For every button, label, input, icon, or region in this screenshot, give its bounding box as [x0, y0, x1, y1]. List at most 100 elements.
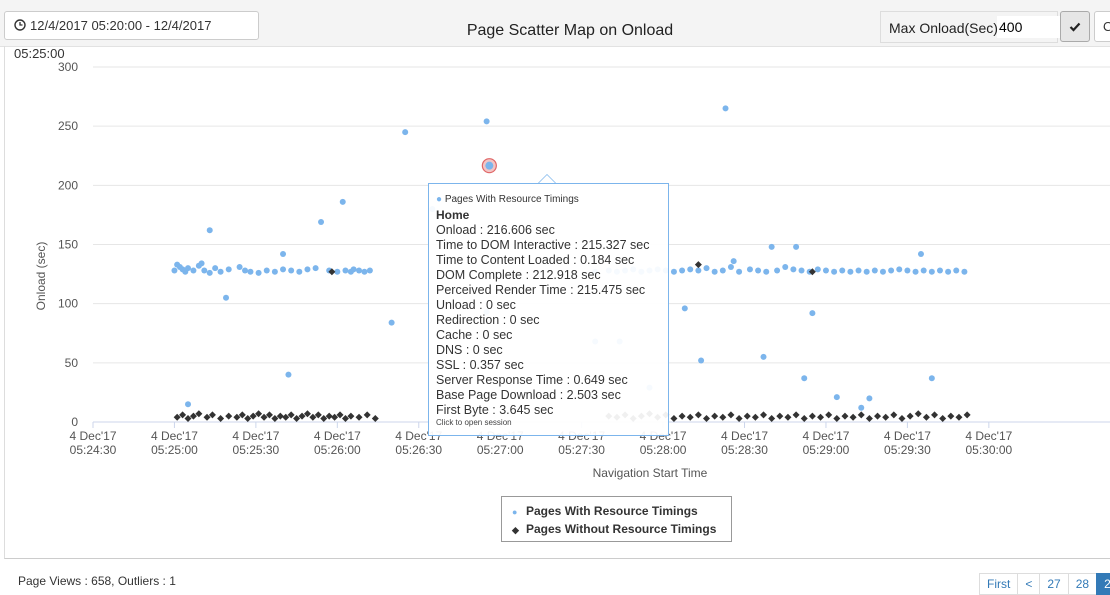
data-point-with-timings[interactable] [763, 268, 770, 275]
pager-item-first[interactable]: First [979, 573, 1019, 595]
data-point-with-timings[interactable] [198, 260, 205, 267]
pager-item-prev[interactable]: < [1017, 573, 1041, 595]
data-point-with-timings[interactable] [356, 267, 363, 274]
data-point-with-timings[interactable] [670, 268, 677, 275]
data-point-with-timings[interactable] [904, 267, 911, 274]
data-point-without-timings[interactable] [727, 411, 735, 419]
data-point-with-timings[interactable] [833, 394, 840, 401]
options-button[interactable]: O [1094, 11, 1110, 42]
data-point-with-timings[interactable] [212, 265, 219, 272]
data-point-with-timings[interactable] [928, 375, 935, 382]
data-point-with-timings[interactable] [730, 258, 737, 265]
data-point-without-timings[interactable] [931, 411, 939, 419]
data-point-with-timings[interactable] [483, 118, 490, 125]
data-point-with-timings[interactable] [801, 375, 808, 382]
data-point-without-timings[interactable] [719, 413, 727, 421]
data-point-with-timings[interactable] [698, 357, 705, 364]
data-point-with-timings[interactable] [206, 227, 213, 234]
data-point-with-timings[interactable] [760, 353, 767, 360]
data-point-without-timings[interactable] [694, 411, 702, 419]
data-point-with-timings[interactable] [271, 268, 278, 275]
data-point-without-timings[interactable] [686, 413, 694, 421]
data-point-with-timings[interactable] [855, 267, 862, 274]
data-point-without-timings[interactable] [363, 411, 371, 419]
data-point-with-timings[interactable] [866, 395, 873, 402]
data-point-with-timings[interactable] [814, 266, 821, 273]
data-point-with-timings[interactable] [863, 268, 870, 275]
data-point-with-timings[interactable] [217, 268, 224, 275]
data-point-without-timings[interactable] [833, 414, 841, 422]
data-point-with-timings[interactable] [722, 105, 729, 112]
data-point-with-timings[interactable] [236, 263, 243, 270]
data-point-with-timings[interactable] [774, 267, 781, 274]
data-point-without-timings[interactable] [825, 411, 833, 419]
data-point-with-timings[interactable] [366, 267, 373, 274]
data-point-with-timings[interactable] [719, 267, 726, 274]
data-point-with-timings[interactable] [304, 266, 311, 273]
data-point-with-timings[interactable] [847, 268, 854, 275]
data-point-with-timings[interactable] [223, 294, 230, 301]
data-point-with-timings[interactable] [402, 129, 409, 136]
legend-item-with-timings[interactable]: ● Pages With Resource Timings [512, 503, 698, 519]
data-point-without-timings[interactable] [914, 410, 922, 418]
data-point-with-timings[interactable] [185, 265, 192, 272]
apply-button[interactable] [1060, 11, 1090, 42]
data-point-with-timings[interactable] [871, 267, 878, 274]
data-point-without-timings[interactable] [355, 413, 363, 421]
data-point-with-timings[interactable] [263, 267, 270, 274]
data-point-with-timings[interactable] [288, 267, 295, 274]
data-point-with-timings[interactable] [280, 266, 287, 273]
data-point-with-timings[interactable] [206, 269, 213, 276]
data-point-without-timings[interactable] [890, 411, 898, 419]
data-point-with-timings[interactable] [350, 266, 357, 273]
data-point-without-timings[interactable] [898, 414, 906, 422]
data-point-without-timings[interactable] [371, 414, 379, 422]
data-point-with-timings[interactable] [190, 267, 197, 274]
data-point-with-timings[interactable] [912, 268, 919, 275]
highlighted-point[interactable] [485, 161, 494, 170]
data-point-with-timings[interactable] [201, 267, 208, 274]
data-point-without-timings[interactable] [922, 413, 930, 421]
data-point-with-timings[interactable] [782, 263, 789, 270]
data-point-without-timings[interactable] [776, 412, 784, 420]
data-point-without-timings[interactable] [841, 412, 849, 420]
data-point-without-timings[interactable] [849, 413, 857, 421]
data-point-with-timings[interactable] [242, 267, 249, 274]
data-point-with-timings[interactable] [798, 267, 805, 274]
legend-item-without-timings[interactable]: ◆ Pages Without Resource Timings [512, 521, 716, 537]
data-point-with-timings[interactable] [727, 263, 734, 270]
data-point-with-timings[interactable] [318, 219, 325, 226]
max-onload-input[interactable] [997, 16, 1061, 38]
pager-item-27[interactable]: 27 [1039, 573, 1069, 595]
data-point-without-timings[interactable] [711, 412, 719, 420]
data-point-with-timings[interactable] [790, 266, 797, 273]
data-point-with-timings[interactable] [280, 250, 287, 257]
data-point-without-timings[interactable] [694, 261, 702, 269]
data-point-without-timings[interactable] [874, 412, 882, 420]
data-point-with-timings[interactable] [793, 243, 800, 250]
data-point-with-timings[interactable] [703, 265, 710, 272]
data-point-with-timings[interactable] [339, 198, 346, 205]
data-point-without-timings[interactable] [882, 413, 890, 421]
data-point-without-timings[interactable] [963, 411, 971, 419]
data-point-with-timings[interactable] [736, 268, 743, 275]
data-point-with-timings[interactable] [917, 250, 924, 257]
point-tooltip[interactable]: ● Pages With Resource Timings Home Onloa… [428, 183, 669, 436]
data-point-without-timings[interactable] [703, 414, 711, 422]
data-point-without-timings[interactable] [768, 414, 776, 422]
data-point-with-timings[interactable] [945, 268, 952, 275]
data-point-with-timings[interactable] [687, 266, 694, 273]
data-point-with-timings[interactable] [225, 266, 232, 273]
data-point-with-timings[interactable] [755, 267, 762, 274]
data-point-with-timings[interactable] [888, 267, 895, 274]
data-point-with-timings[interactable] [809, 310, 816, 317]
data-point-with-timings[interactable] [255, 269, 262, 276]
data-point-without-timings[interactable] [808, 412, 816, 420]
data-point-with-timings[interactable] [711, 268, 718, 275]
data-point-without-timings[interactable] [800, 414, 808, 422]
data-point-with-timings[interactable] [679, 267, 686, 274]
data-point-with-timings[interactable] [936, 267, 943, 274]
pager-item-29[interactable]: 29 [1096, 573, 1110, 595]
data-point-without-timings[interactable] [955, 413, 963, 421]
data-point-with-timings[interactable] [296, 268, 303, 275]
